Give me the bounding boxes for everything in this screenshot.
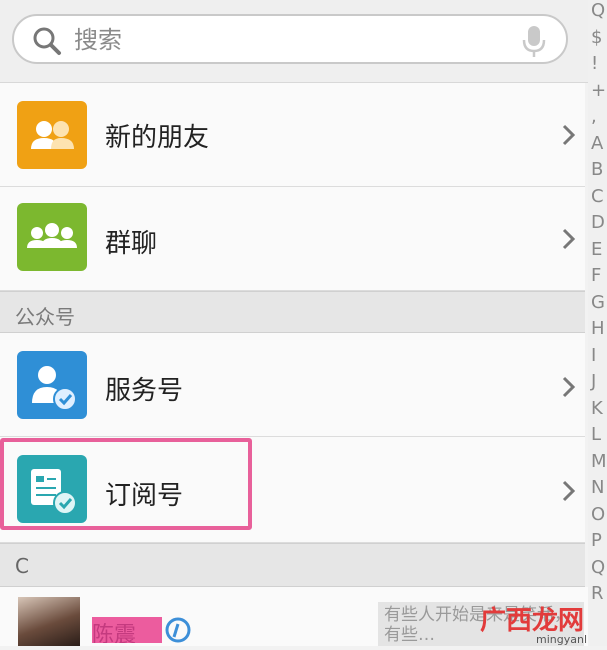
- service-account-icon: [17, 351, 87, 419]
- index-letter[interactable]: ,: [591, 106, 597, 127]
- watermark: 广西龙网 mingyanl.com: [466, 600, 607, 646]
- search-bar: [0, 0, 590, 83]
- new-friends-row[interactable]: 新的朋友: [0, 83, 585, 187]
- verified-badge-icon: [164, 616, 192, 650]
- index-letter[interactable]: Q: [591, 0, 605, 21]
- highlight-box: [0, 438, 252, 530]
- index-letter[interactable]: C: [591, 186, 604, 207]
- watermark-brand: 广西龙网: [480, 606, 585, 636]
- index-letter[interactable]: O: [591, 504, 605, 525]
- chevron-right-icon: [561, 479, 577, 507]
- section-header-official-accounts: 公众号: [0, 291, 585, 333]
- group-chat-row[interactable]: 群聊: [0, 187, 585, 291]
- new-friends-icon: [17, 101, 87, 169]
- section-header-c: C: [0, 543, 585, 587]
- index-letter[interactable]: L: [591, 424, 601, 445]
- service-account-row[interactable]: 服务号: [0, 333, 585, 437]
- index-letter[interactable]: D: [591, 212, 605, 233]
- section-title: C: [15, 554, 29, 578]
- contact-name: 陈震: [92, 617, 162, 643]
- search-icon: [32, 26, 62, 60]
- index-letter[interactable]: M: [591, 451, 607, 472]
- group-chat-label: 群聊: [105, 229, 158, 259]
- index-letter[interactable]: F: [591, 265, 601, 286]
- index-letter[interactable]: R: [591, 583, 604, 604]
- search-box[interactable]: [12, 14, 568, 64]
- index-letter[interactable]: K: [591, 398, 603, 419]
- index-letter[interactable]: H: [591, 318, 605, 339]
- index-letter[interactable]: B: [591, 159, 603, 180]
- new-friends-label: 新的朋友: [105, 123, 210, 153]
- index-letter[interactable]: +: [591, 80, 606, 101]
- avatar: [18, 597, 80, 646]
- index-letter[interactable]: A: [591, 133, 603, 154]
- index-letter[interactable]: Q: [591, 557, 605, 578]
- chevron-right-icon: [561, 227, 577, 255]
- microphone-icon[interactable]: [519, 24, 549, 62]
- index-letter[interactable]: E: [591, 239, 602, 260]
- service-account-label: 服务号: [105, 376, 184, 406]
- index-letter[interactable]: G: [591, 292, 605, 313]
- index-letter[interactable]: I: [591, 345, 596, 366]
- section-title: 公众号: [15, 305, 75, 329]
- chevron-right-icon: [561, 375, 577, 403]
- chevron-right-icon: [561, 123, 577, 151]
- index-letter[interactable]: J: [591, 371, 596, 392]
- index-letter[interactable]: N: [591, 477, 604, 498]
- search-input[interactable]: [72, 24, 496, 56]
- alphabet-index-bar[interactable]: Q $! +, A B C D E F G H I J K L M N O P Q R: [588, 0, 607, 646]
- index-letter[interactable]: !: [591, 53, 598, 74]
- index-letter[interactable]: $: [591, 27, 602, 48]
- index-letter[interactable]: P: [591, 530, 602, 551]
- group-chat-icon: [17, 203, 87, 271]
